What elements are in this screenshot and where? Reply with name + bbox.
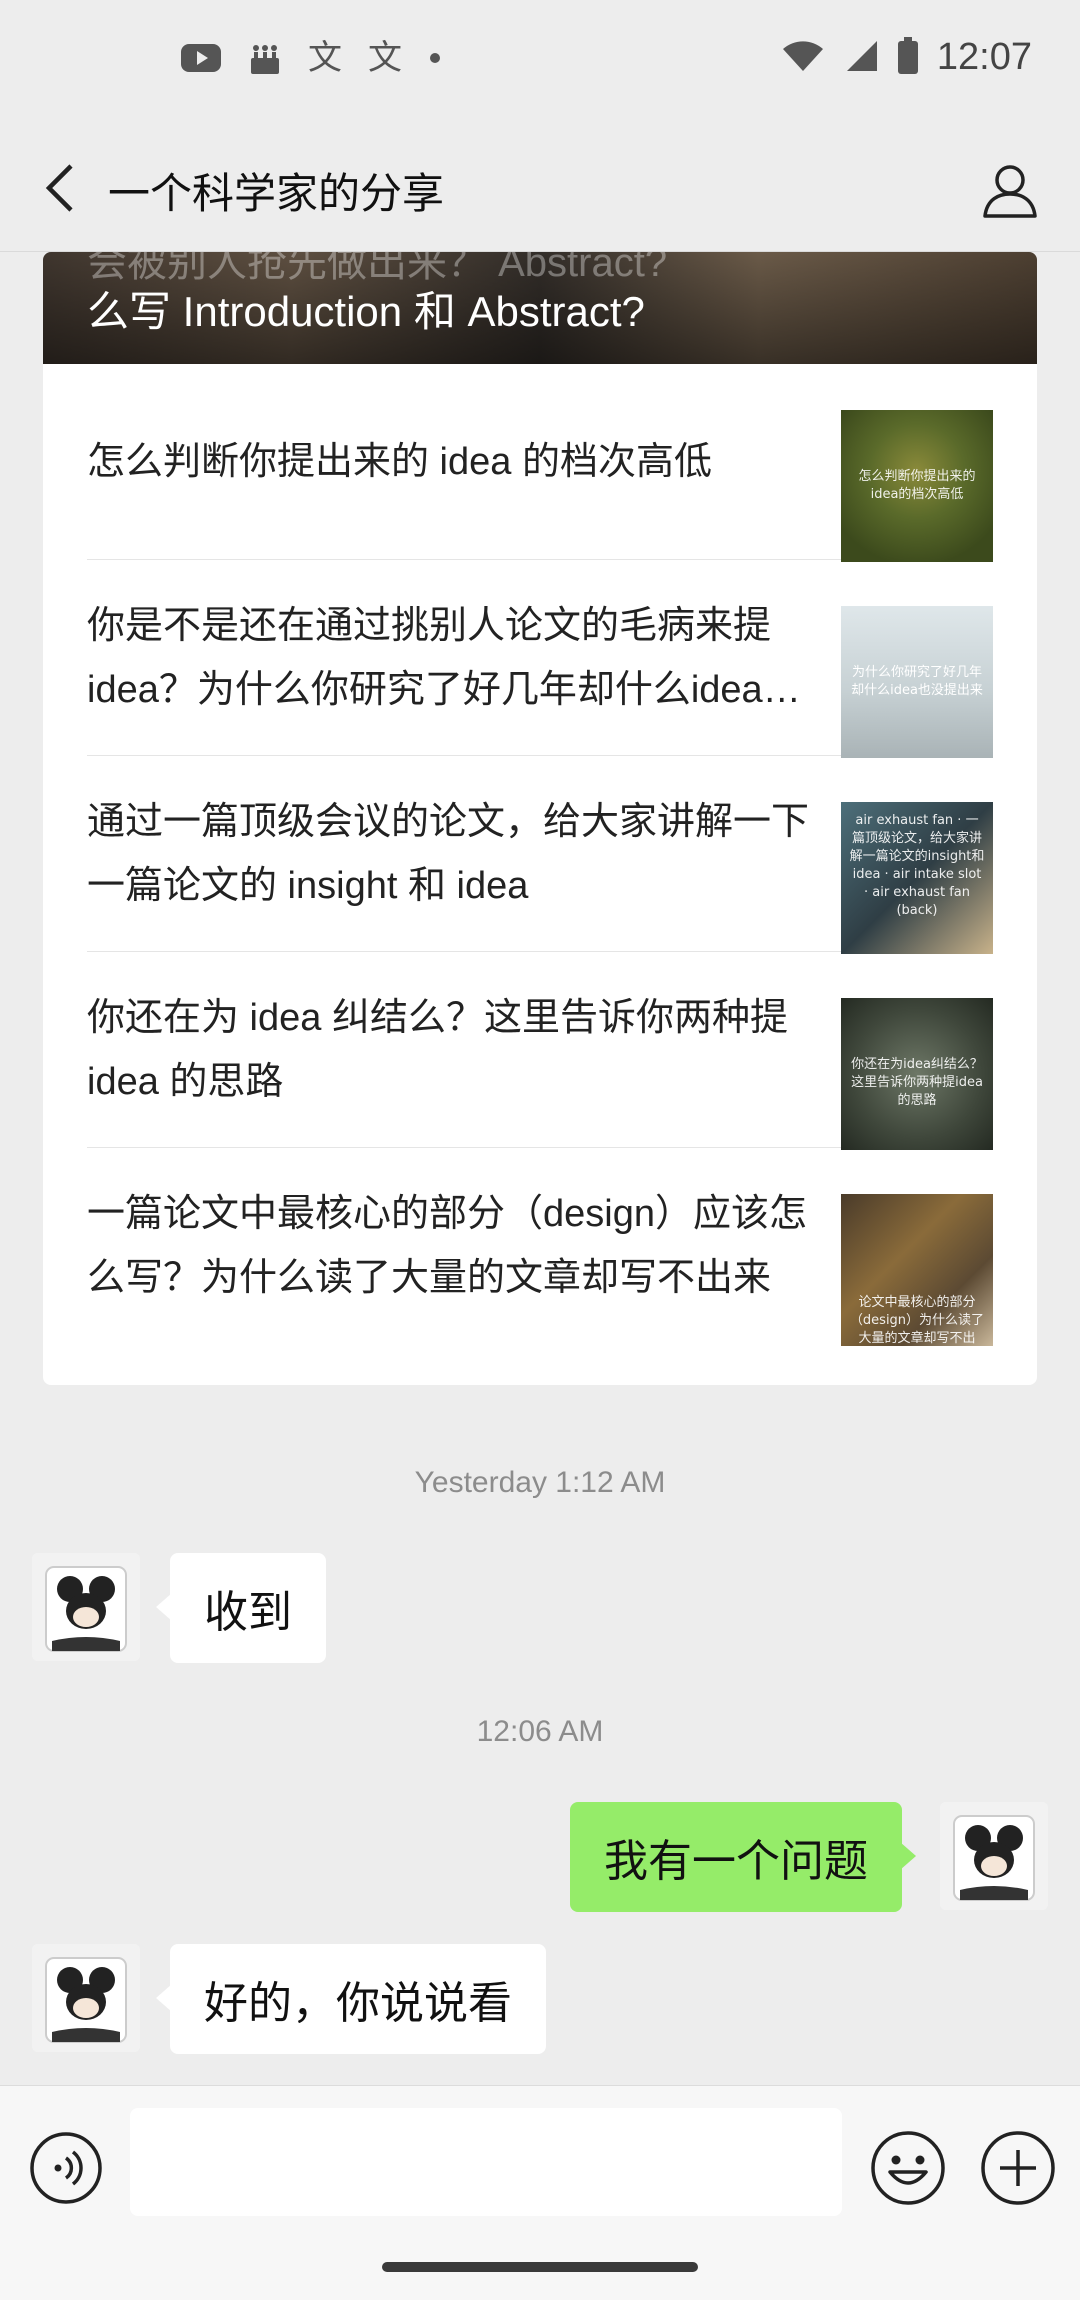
article-thumbnail: 论文中最核心的部分（design）为什么读了大量的文章却写不出 — [841, 1194, 993, 1346]
back-button[interactable] — [28, 156, 92, 220]
article-cover[interactable]: 会被别人抢先做出来？ Abstract? 么写 Introduction 和 A… — [43, 252, 1037, 364]
cake-icon — [248, 40, 282, 76]
article-item[interactable]: 一篇论文中最核心的部分（design）应该怎么写？为什么读了大量的文章却写不出来… — [87, 1148, 993, 1346]
chat-title: 一个科学家的分享 — [108, 170, 445, 217]
emoji-icon — [871, 2131, 945, 2205]
article-item[interactable]: 怎么判断你提出来的 idea 的档次高低 怎么判断你提出来的idea的档次高低 — [87, 364, 993, 562]
article-card[interactable]: 会被别人抢先做出来？ Abstract? 么写 Introduction 和 A… — [43, 252, 1037, 1385]
message-input[interactable] — [130, 2108, 842, 2216]
translate-icon: 文 — [368, 38, 402, 78]
thumbnail-caption: 论文中最核心的部分（design）为什么读了大量的文章却写不出 — [849, 1295, 985, 1346]
article-thumbnail: air exhaust fan · 一篇顶级论文，给大家讲解一篇论文的insig… — [841, 802, 993, 954]
thumbnail-caption: air exhaust fan · 一篇顶级论文，给大家讲解一篇论文的insig… — [849, 813, 985, 918]
avatar[interactable] — [940, 1802, 1048, 1910]
mickey-mug-avatar-icon — [32, 1553, 140, 1661]
avatar[interactable] — [32, 1944, 140, 2052]
article-title: 一篇论文中最核心的部分（design）应该怎么写？为什么读了大量的文章却写不出来 — [87, 1193, 807, 1299]
cellular-icon — [843, 39, 879, 77]
thumbnail-caption: 为什么你研究了好几年却什么idea也没提出来 — [851, 665, 983, 698]
plus-icon — [981, 2131, 1055, 2205]
dot-icon — [428, 51, 442, 65]
article-title: 通过一篇顶级会议的论文，给大家讲解一下一篇论文的 insight 和 idea — [87, 801, 810, 907]
mickey-mug-avatar-icon — [940, 1802, 1048, 1910]
status-bar: 文 文 12:07 — [0, 0, 1080, 124]
person-icon — [983, 165, 1037, 218]
avatar[interactable] — [32, 1553, 140, 1661]
incoming-message[interactable]: 收到 — [156, 1553, 326, 1663]
article-item[interactable]: 通过一篇顶级会议的论文，给大家讲解一下一篇论文的 insight 和 idea … — [87, 756, 993, 954]
cover-title: 么写 Introduction 和 Abstract? — [87, 288, 645, 335]
voice-icon — [30, 2132, 102, 2204]
thumbnail-caption: 你还在为idea纠结么？这里告诉你两种提idea的思路 — [851, 1057, 983, 1108]
chat-screen: 文 文 12:07 一个科学家的分享 会被别人抢先做出来？ Abstract? … — [0, 0, 1080, 2300]
profile-button[interactable] — [974, 154, 1046, 226]
system-status: 12:07 — [781, 36, 1032, 79]
voice-button[interactable] — [28, 2130, 104, 2206]
more-options-button[interactable] — [978, 2128, 1058, 2208]
outgoing-message[interactable]: 我有一个问题 — [570, 1802, 916, 1912]
input-bar — [0, 2085, 1080, 2300]
article-thumbnail: 你还在为idea纠结么？这里告诉你两种提idea的思路 — [841, 998, 993, 1150]
notification-icons: 文 文 — [180, 40, 442, 76]
youtube-icon — [180, 42, 222, 74]
article-item[interactable]: 你还在为 idea 纠结么？这里告诉你两种提 idea 的思路 你还在为idea… — [87, 952, 993, 1150]
article-title: 怎么判断你提出来的 idea 的档次高低 — [87, 441, 712, 483]
article-item[interactable]: 你是不是还在通过挑别人论文的毛病来提 idea？为什么你研究了好几年却什么ide… — [87, 560, 993, 758]
incoming-message[interactable]: 好的，你说说看 — [156, 1944, 546, 2054]
article-title: 你是不是还在通过挑别人论文的毛病来提 idea？为什么你研究了好几年却什么ide… — [87, 605, 801, 711]
article-thumbnail: 为什么你研究了好几年却什么idea也没提出来 — [841, 606, 993, 758]
emoji-button[interactable] — [868, 2128, 948, 2208]
article-title: 你还在为 idea 纠结么？这里告诉你两种提 idea 的思路 — [87, 997, 788, 1103]
timestamp: 12:06 AM — [476, 1715, 604, 1748]
back-arrow-icon — [45, 164, 73, 212]
translate-icon: 文 — [308, 38, 342, 78]
home-indicator[interactable] — [382, 2262, 698, 2272]
article-thumbnail: 怎么判断你提出来的idea的档次高低 — [841, 410, 993, 562]
thumbnail-caption: 怎么判断你提出来的idea的档次高低 — [858, 469, 976, 502]
chat-header: 一个科学家的分享 — [0, 124, 1080, 252]
wifi-icon — [781, 39, 825, 77]
status-time: 12:07 — [936, 36, 1032, 78]
mickey-mug-avatar-icon — [32, 1944, 140, 2052]
battery-icon — [897, 36, 919, 79]
timestamp: Yesterday 1:12 AM — [414, 1466, 666, 1499]
article-list: 怎么判断你提出来的 idea 的档次高低 怎么判断你提出来的idea的档次高低 … — [43, 364, 1037, 1346]
